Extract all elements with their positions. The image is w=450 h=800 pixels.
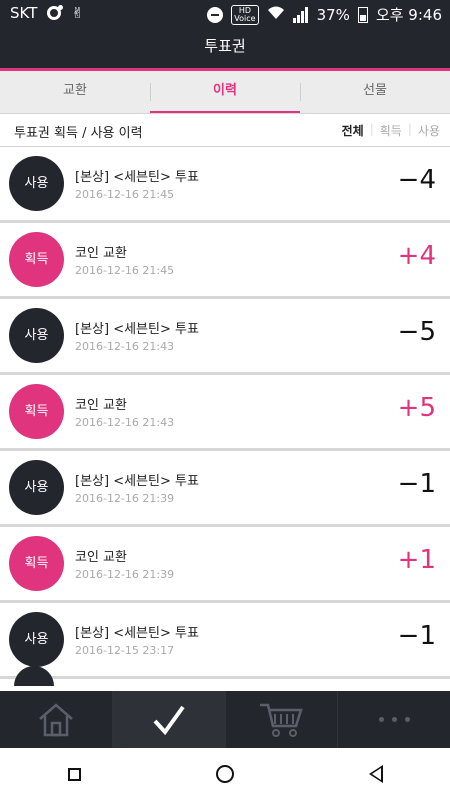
more-icon [378, 717, 410, 722]
type-badge: 획득 [9, 384, 64, 439]
battery-icon [357, 6, 368, 23]
filter-acquired[interactable]: 획득 [380, 122, 402, 139]
back-button[interactable] [368, 765, 383, 783]
wifi-icon [267, 6, 285, 24]
item-amount: −5 [397, 317, 436, 347]
item-amount: +4 [397, 241, 436, 271]
clock: 오후 9:46 [375, 6, 442, 24]
victory-hand-icon: ✌ [71, 4, 84, 22]
history-header: 투표권 획득 / 사용 이력 전체 | 획득 | 사용 [0, 114, 450, 147]
item-amount: +1 [397, 545, 436, 575]
item-title: 코인 교환 [75, 398, 127, 413]
home-icon [39, 702, 73, 736]
item-title: [본상] <세븐틴> 투표 [75, 626, 199, 641]
home-button[interactable] [215, 765, 234, 783]
signal-icon [292, 6, 309, 23]
list-item: 획득 코인 교환 2016-12-16 21:45 +4 [0, 223, 450, 299]
carrier-label: SKT [10, 4, 38, 22]
divider: | [407, 122, 412, 136]
type-badge: 사용 [9, 308, 64, 363]
item-amount: −4 [397, 165, 436, 195]
item-title: [본상] <세븐틴> 투표 [75, 170, 199, 185]
list-item: 획득 코인 교환 2016-12-16 21:43 +5 [0, 375, 450, 451]
system-nav-bar [0, 748, 450, 800]
item-date: 2016-12-16 21:43 [75, 340, 175, 353]
hd-voice-icon: HD Voice [231, 4, 259, 25]
do-not-disturb-icon [207, 6, 224, 23]
tab-gift[interactable]: 선물 [300, 71, 450, 113]
tab-exchange[interactable]: 교환 [0, 71, 150, 113]
cart-icon [260, 703, 304, 737]
item-title: 코인 교환 [75, 550, 127, 565]
type-badge: 사용 [9, 460, 64, 515]
type-badge: 사용 [9, 156, 64, 211]
bottom-nav [0, 691, 450, 748]
item-date: 2016-12-16 21:45 [75, 264, 175, 277]
divider: | [369, 122, 374, 136]
list-item: 사용 [본상] <세븐틴> 투표 2016-12-15 23:17 −1 [0, 603, 450, 686]
item-title: [본상] <세븐틴> 투표 [75, 474, 199, 489]
type-badge: 획득 [9, 536, 64, 591]
item-title: 코인 교환 [75, 246, 127, 261]
item-title: [본상] <세븐틴> 투표 [75, 322, 199, 337]
item-date: 2016-12-15 23:17 [75, 644, 175, 657]
item-date: 2016-12-16 21:39 [75, 492, 175, 505]
nav-more-button[interactable] [337, 691, 450, 748]
history-list[interactable]: 사용 [본상] <세븐틴> 투표 2016-12-16 21:45 −4 획득 … [0, 147, 450, 691]
list-item: 사용 [본상] <세븐틴> 투표 2016-12-16 21:45 −4 [0, 147, 450, 223]
list-item: 사용 [본상] <세븐틴> 투표 2016-12-16 21:39 −1 [0, 451, 450, 527]
section-title: 투표권 획득 / 사용 이력 [14, 126, 143, 141]
status-bar: SKT ✌ HD Voice 37% 오후 9:46 [0, 0, 450, 26]
item-date: 2016-12-16 21:39 [75, 568, 175, 581]
tab-bar: 교환 이력 선물 [0, 71, 450, 114]
battery-percent: 37% [316, 5, 350, 24]
type-badge: 획득 [9, 232, 64, 287]
recent-apps-button[interactable] [67, 767, 81, 781]
filter-used[interactable]: 사용 [418, 122, 440, 139]
item-amount: −1 [397, 469, 436, 499]
next-item-badge-partial [14, 666, 54, 686]
item-date: 2016-12-16 21:43 [75, 416, 175, 429]
page-title: 투표권 [0, 26, 450, 71]
list-item: 획득 코인 교환 2016-12-16 21:39 +1 [0, 527, 450, 603]
notification-icon [47, 5, 64, 20]
item-amount: −1 [397, 621, 436, 651]
filter-group: 전체 | 획득 | 사용 [342, 122, 440, 139]
item-amount: +5 [397, 393, 436, 423]
item-date: 2016-12-16 21:45 [75, 188, 175, 201]
nav-home-button[interactable] [0, 691, 112, 748]
nav-check-button[interactable] [111, 691, 225, 748]
check-icon [153, 705, 185, 735]
nav-cart-button[interactable] [224, 691, 338, 748]
list-item: 사용 [본상] <세븐틴> 투표 2016-12-16 21:43 −5 [0, 299, 450, 375]
tab-history[interactable]: 이력 [150, 71, 300, 113]
type-badge: 사용 [9, 612, 64, 667]
filter-all[interactable]: 전체 [342, 122, 364, 139]
